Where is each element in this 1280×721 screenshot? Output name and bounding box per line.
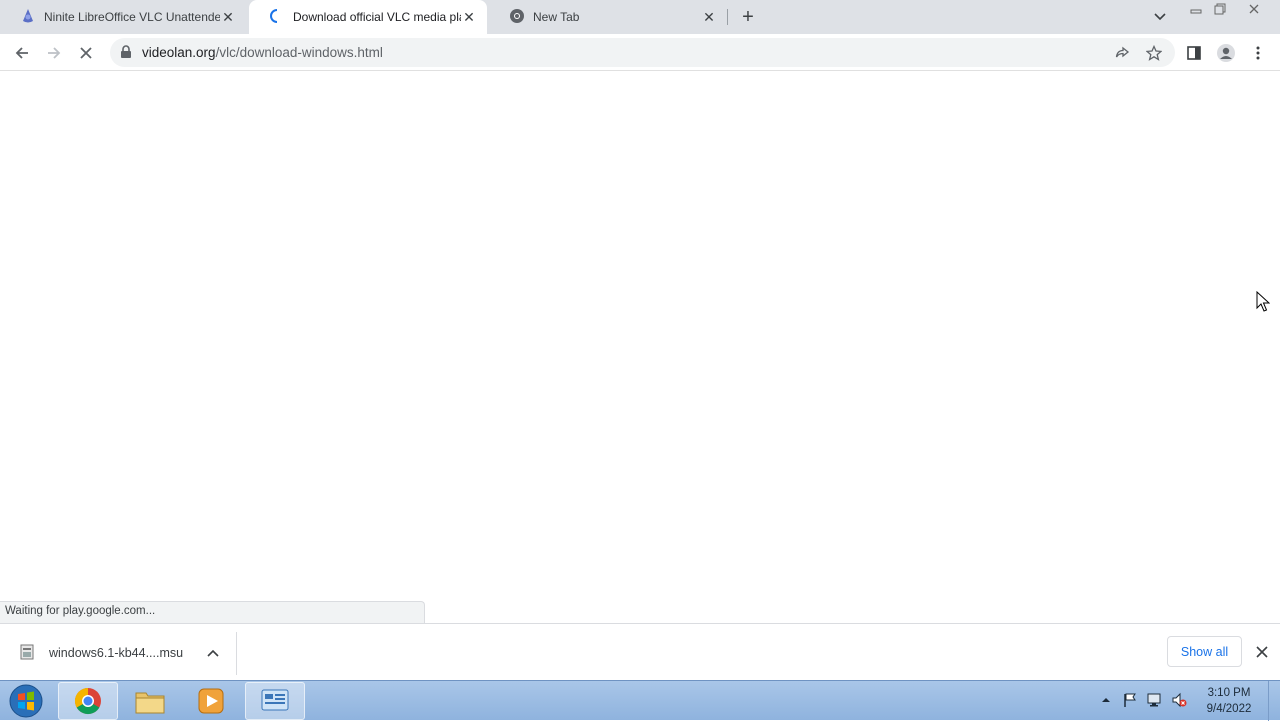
start-button[interactable] [6, 683, 46, 719]
mouse-cursor-icon [1256, 290, 1271, 316]
windows-taskbar: 3:10 PM 9/4/2022 [0, 680, 1280, 721]
address-bar[interactable]: videolan.org/vlc/download-windows.html [110, 38, 1175, 67]
side-panel-icon[interactable] [1181, 40, 1207, 66]
chrome-favicon-icon [509, 8, 525, 27]
chevron-up-icon[interactable] [205, 645, 221, 661]
restore-icon[interactable] [1208, 1, 1232, 17]
close-tab-icon[interactable]: ✕ [461, 9, 477, 25]
stop-loading-icon[interactable] [73, 40, 99, 66]
url-path: /vlc/download-windows.html [215, 45, 383, 60]
clock-time: 3:10 PM [1207, 687, 1251, 699]
download-item[interactable]: windows6.1-kb44....msu [0, 632, 237, 675]
ninite-favicon-icon [20, 8, 36, 27]
tab-divider [727, 9, 728, 25]
close-tab-icon[interactable]: ✕ [701, 9, 717, 25]
show-all-button[interactable]: Show all [1167, 636, 1242, 667]
url-text[interactable]: videolan.org/vlc/download-windows.html [142, 45, 383, 60]
tab-vlc-download[interactable]: Download official VLC media pla ✕ [249, 0, 487, 34]
minimize-icon[interactable] [1184, 1, 1208, 17]
share-icon[interactable] [1112, 43, 1132, 63]
status-bubble: Waiting for play.google.com... [0, 601, 425, 623]
tab-title: Ninite LibreOffice VLC Unattende [44, 10, 220, 24]
clock-date: 9/4/2022 [1206, 703, 1252, 715]
forward-arrow-icon[interactable] [41, 40, 67, 66]
tab-ninite[interactable]: Ninite LibreOffice VLC Unattende ✕ [0, 0, 246, 34]
page-content [0, 71, 1280, 623]
taskbar-clock[interactable]: 3:10 PM 9/4/2022 [1196, 685, 1262, 717]
taskbar-control-panel-icon[interactable] [245, 682, 305, 720]
tab-search-chevron-icon[interactable] [1150, 8, 1170, 26]
tray-expand-arrow-icon[interactable] [1097, 691, 1115, 709]
taskbar-chrome-icon[interactable] [58, 682, 118, 720]
download-shelf: windows6.1-kb44....msu Show all [0, 623, 1280, 680]
tab-strip: Ninite LibreOffice VLC Unattende ✕ Downl… [0, 0, 1280, 34]
profile-avatar-icon[interactable] [1213, 40, 1239, 66]
action-center-flag-icon[interactable] [1121, 691, 1139, 709]
network-icon[interactable] [1145, 691, 1163, 709]
menu-kebab-icon[interactable] [1245, 40, 1271, 66]
tab-title: New Tab [533, 10, 580, 24]
close-tab-icon[interactable]: ✕ [220, 9, 236, 25]
installer-file-icon [20, 644, 34, 663]
taskbar-media-player-icon[interactable] [181, 682, 241, 720]
new-tab-button[interactable]: + [737, 6, 759, 28]
lock-icon[interactable] [120, 45, 132, 62]
loading-spinner-icon [269, 8, 285, 27]
bookmark-star-icon[interactable] [1144, 43, 1164, 63]
tab-title: Download official VLC media pla [293, 10, 461, 24]
volume-muted-icon[interactable] [1170, 691, 1188, 709]
tab-new-tab[interactable]: New Tab ✕ [489, 0, 727, 34]
window-close-icon[interactable] [1242, 1, 1266, 17]
url-domain: videolan.org [142, 45, 216, 60]
back-arrow-icon[interactable] [9, 40, 35, 66]
browser-toolbar: videolan.org/vlc/download-windows.html [0, 34, 1280, 71]
taskbar-file-explorer-icon[interactable] [120, 682, 180, 720]
download-filename: windows6.1-kb44....msu [49, 646, 184, 660]
show-desktop-button[interactable] [1268, 681, 1280, 721]
close-shelf-icon[interactable] [1253, 643, 1271, 661]
